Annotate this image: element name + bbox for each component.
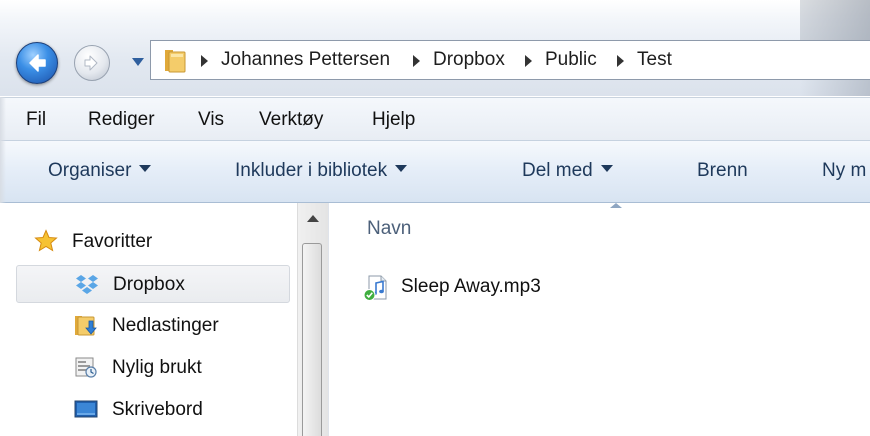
arrow-right-icon [84,55,98,71]
scroll-thumb[interactable] [302,243,322,436]
menu-help[interactable]: Hjelp [372,108,415,132]
organize-button[interactable]: Organiser [48,159,152,183]
menu-tools[interactable]: Verktøy [259,108,323,132]
file-list-item[interactable]: Sleep Away.mp3 [363,271,623,305]
nav-pane-scrollbar[interactable] [297,203,328,436]
nav-item-dropbox[interactable]: Dropbox [16,265,290,303]
back-button[interactable] [16,42,58,84]
breadcrumb-public[interactable]: Public [545,48,597,72]
share-with-button[interactable]: Del med [522,159,613,183]
burn-button[interactable]: Brenn [697,159,748,183]
breadcrumb-separator-icon[interactable] [617,55,624,67]
chevron-down-icon [600,165,613,172]
breadcrumb-separator-icon[interactable] [201,55,208,67]
file-name: Sleep Away.mp3 [401,276,541,297]
nav-item-favorites[interactable]: Favoritter [34,223,308,261]
menu-bar: Fil Rediger Vis Verktøy Hjelp [0,97,870,141]
folder-icon [165,50,186,73]
arrow-left-icon [29,54,46,72]
star-icon [34,229,58,252]
breadcrumb-dropbox[interactable]: Dropbox [433,48,505,72]
menu-edit[interactable]: Rediger [88,108,155,132]
dropbox-icon [76,275,98,294]
nav-item-recent-places[interactable]: Nylig brukt [16,349,290,387]
title-bar: Johannes Pettersen Dropbox Public Test [0,0,870,96]
command-bar: Organiser Inkluder i bibliotek Del med B… [0,141,870,203]
audio-file-synced-icon [363,275,387,301]
explorer-window: Johannes Pettersen Dropbox Public Test F… [0,0,870,436]
menu-view[interactable]: Vis [198,108,224,132]
breadcrumb-johannes-pettersen[interactable]: Johannes Pettersen [221,48,390,72]
downloads-folder-icon [75,316,97,336]
include-in-library-button[interactable]: Inkluder i bibliotek [235,159,408,183]
column-header-name[interactable]: Navn [367,217,411,241]
desktop-icon [74,400,98,418]
recent-places-icon [75,357,97,378]
nav-item-downloads[interactable]: Nedlastinger [16,307,290,345]
recent-pages-dropdown-icon[interactable] [131,56,145,68]
menu-file[interactable]: Fil [26,108,46,132]
chevron-down-icon [139,165,152,172]
breadcrumb-separator-icon[interactable] [525,55,532,67]
sort-ascending-icon [610,203,622,208]
new-folder-button[interactable]: Ny m [822,159,866,183]
scroll-up-arrow-icon[interactable] [307,215,319,222]
forward-button[interactable] [74,45,110,81]
nav-item-desktop[interactable]: Skrivebord [16,391,290,429]
file-list-pane: Navn Sleep Away.mp3 [329,203,870,436]
chevron-down-icon [395,165,408,172]
breadcrumb-test[interactable]: Test [637,48,672,72]
address-bar[interactable]: Johannes Pettersen Dropbox Public Test [150,40,870,80]
breadcrumb-separator-icon[interactable] [413,55,420,67]
navigation-pane: Favoritter Dropbox Nedlastinger Nylig br… [0,203,300,436]
